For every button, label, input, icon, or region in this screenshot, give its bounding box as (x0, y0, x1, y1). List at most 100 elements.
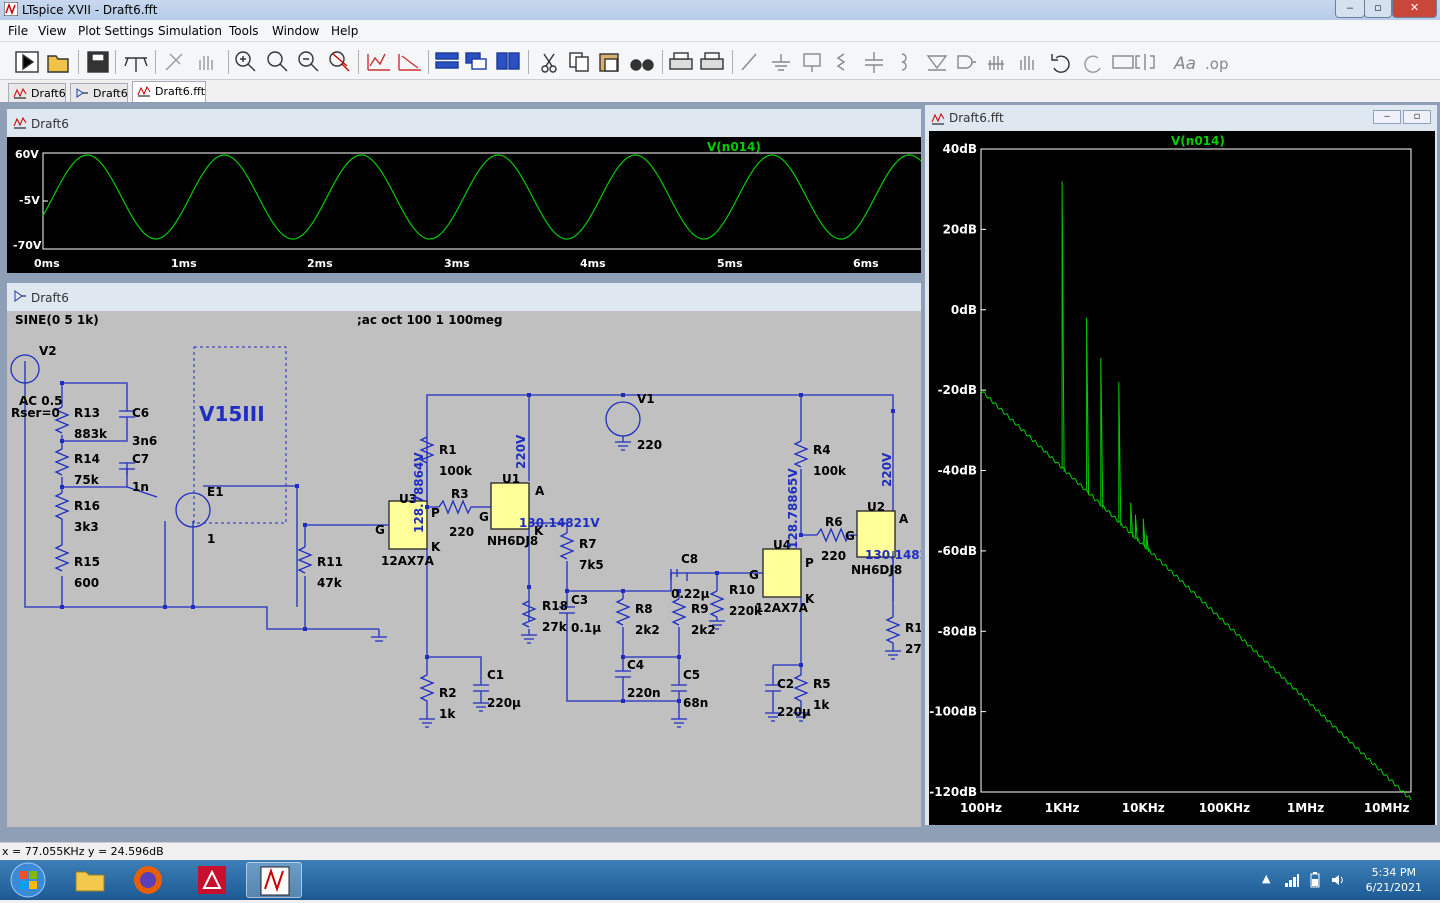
component-label[interactable]: C7 (132, 452, 149, 466)
open-icon[interactable] (47, 55, 69, 73)
component-label[interactable]: V1 (637, 392, 655, 406)
autorange-icon[interactable] (367, 53, 390, 71)
ground-icon[interactable] (772, 54, 790, 71)
print-icon[interactable] (669, 52, 693, 70)
waveform-window[interactable]: Draft6 V(n014) 60V -5V -70V 0ms 1ms 2ms … (6, 108, 924, 274)
node-voltage-label[interactable]: 130.14821V (865, 548, 921, 562)
halt-icon[interactable] (165, 53, 183, 71)
minimize-button[interactable]: ‒ (1335, 0, 1365, 18)
fft-plot[interactable]: V(n014) 40dB 20dB 0dB -20dB -40dB -60dB -80dB -… (929, 131, 1435, 825)
zoom-cancel-icon[interactable] (329, 51, 350, 72)
component-label[interactable]: C2 (777, 677, 794, 691)
component-value[interactable]: Rser=0 (11, 406, 60, 420)
waveform-trace[interactable] (42, 154, 922, 240)
menu-simulation[interactable]: Simulation (158, 24, 222, 38)
acrobat-icon[interactable] (184, 862, 240, 898)
component-label[interactable]: E1 (207, 485, 224, 499)
cut-icon[interactable] (541, 53, 557, 73)
component-label[interactable]: R5 (813, 677, 831, 691)
menu-help[interactable]: Help (331, 24, 358, 38)
node-voltage-label[interactable]: 220V (514, 434, 528, 469)
component-label[interactable]: R11 (317, 555, 343, 569)
component-value[interactable]: 0.22µ (671, 587, 710, 601)
waveform-plot[interactable]: V(n014) 60V -5V -70V 0ms 1ms 2ms 3ms 4ms… (7, 137, 924, 273)
component-label[interactable]: R15 (74, 555, 100, 569)
draw-wire-icon[interactable] (741, 53, 757, 71)
diode-icon[interactable] (926, 55, 948, 71)
redo-icon[interactable] (1084, 55, 1101, 73)
run-icon[interactable] (15, 51, 39, 73)
file-explorer-icon[interactable] (62, 862, 118, 898)
component-label[interactable]: R9 (691, 602, 709, 616)
zoom-in-icon[interactable] (235, 51, 256, 72)
component-label[interactable]: C3 (571, 593, 588, 607)
spice-directive-icon[interactable]: .op (1205, 55, 1228, 73)
component-value[interactable]: 100k (439, 464, 473, 478)
component-label[interactable]: C8 (681, 552, 698, 566)
start-button[interactable] (4, 860, 52, 900)
battery-icon[interactable] (1307, 872, 1323, 888)
tile-vertical-icon[interactable] (496, 52, 520, 70)
component-value[interactable]: 220n (627, 686, 661, 700)
component-value[interactable]: 220µ (777, 705, 811, 719)
component-label[interactable]: R3 (451, 487, 469, 501)
component-value[interactable]: 1n (132, 480, 149, 494)
menu-view[interactable]: View (38, 24, 66, 38)
spice-directive[interactable]: ;ac oct 100 1 100meg (357, 313, 503, 327)
resistor-icon[interactable] (836, 53, 846, 71)
component-label[interactable]: R14 (74, 452, 100, 466)
save-icon[interactable] (87, 51, 109, 73)
component-value[interactable]: 220 (637, 438, 662, 452)
mirror-icon[interactable] (1135, 54, 1155, 70)
component-label[interactable]: R8 (635, 602, 653, 616)
component-label[interactable]: C5 (683, 668, 700, 682)
fft-maximize-button[interactable]: ▫ (1403, 110, 1431, 124)
menu-plot-settings[interactable]: Plot Settings (78, 24, 154, 38)
firefox-icon[interactable] (120, 862, 176, 898)
menu-file[interactable]: File (8, 24, 28, 38)
rotate-icon[interactable] (1112, 55, 1134, 69)
component-label[interactable]: C6 (132, 406, 149, 420)
component-label[interactable]: R7 (579, 537, 597, 551)
component-value[interactable]: 220 (449, 525, 474, 539)
component-value[interactable]: NH6DJ8 (487, 534, 538, 548)
paste-icon[interactable] (599, 53, 619, 72)
component-value[interactable]: 100k (813, 464, 847, 478)
fft-window[interactable]: Draft6.fft ‒ ▫ V(n014) 40dB 20dB 0dB -20dB -… (924, 104, 1438, 826)
node-voltage-label[interactable]: 128.78865V (786, 468, 800, 549)
tab-draft6-waveform[interactable]: Draft6 (8, 83, 66, 102)
menu-tools[interactable]: Tools (229, 24, 259, 38)
manual-limits-icon[interactable] (398, 54, 421, 71)
component-value[interactable]: 883k (74, 427, 108, 441)
pan-icon[interactable] (199, 56, 213, 70)
tile-horizontal-icon[interactable] (435, 52, 459, 69)
component-value[interactable]: 2k2 (691, 623, 716, 637)
component-label[interactable]: C1 (487, 668, 504, 682)
component-icon[interactable] (957, 55, 976, 69)
clock[interactable]: 5:34 PM 6/21/2021 (1366, 865, 1422, 895)
component-value[interactable]: NH6DJ8 (851, 563, 902, 577)
component-value[interactable]: 220 (821, 549, 846, 563)
component-value[interactable]: 27k (542, 620, 568, 634)
find-icon[interactable] (630, 59, 654, 71)
component-value[interactable]: 27 (905, 642, 921, 656)
component-value[interactable]: 0.1µ (571, 621, 601, 635)
component-value[interactable]: 1 (207, 532, 215, 546)
node-voltage-label[interactable]: 220V (880, 452, 894, 487)
component-label[interactable]: R13 (74, 406, 100, 420)
control-panel-icon[interactable] (124, 57, 148, 72)
component-value[interactable]: 7k5 (579, 558, 604, 572)
source-spec-label[interactable]: SINE(0 5 1k) (15, 313, 99, 327)
capacitor-icon[interactable] (865, 52, 883, 73)
component-label[interactable]: V2 (39, 344, 57, 358)
drag-icon[interactable] (1020, 56, 1034, 70)
component-label[interactable]: R6 (825, 515, 843, 529)
component-label[interactable]: R4 (813, 443, 831, 457)
component-value[interactable]: 68n (683, 696, 708, 710)
ltspice-icon[interactable] (246, 862, 302, 898)
block-label[interactable]: V15III (199, 402, 265, 426)
node-voltage-label[interactable]: 130.14821V (519, 516, 600, 530)
volume-icon[interactable] (1330, 872, 1346, 888)
component-label[interactable]: R10 (729, 583, 755, 597)
fft-trace[interactable] (980, 181, 1412, 801)
